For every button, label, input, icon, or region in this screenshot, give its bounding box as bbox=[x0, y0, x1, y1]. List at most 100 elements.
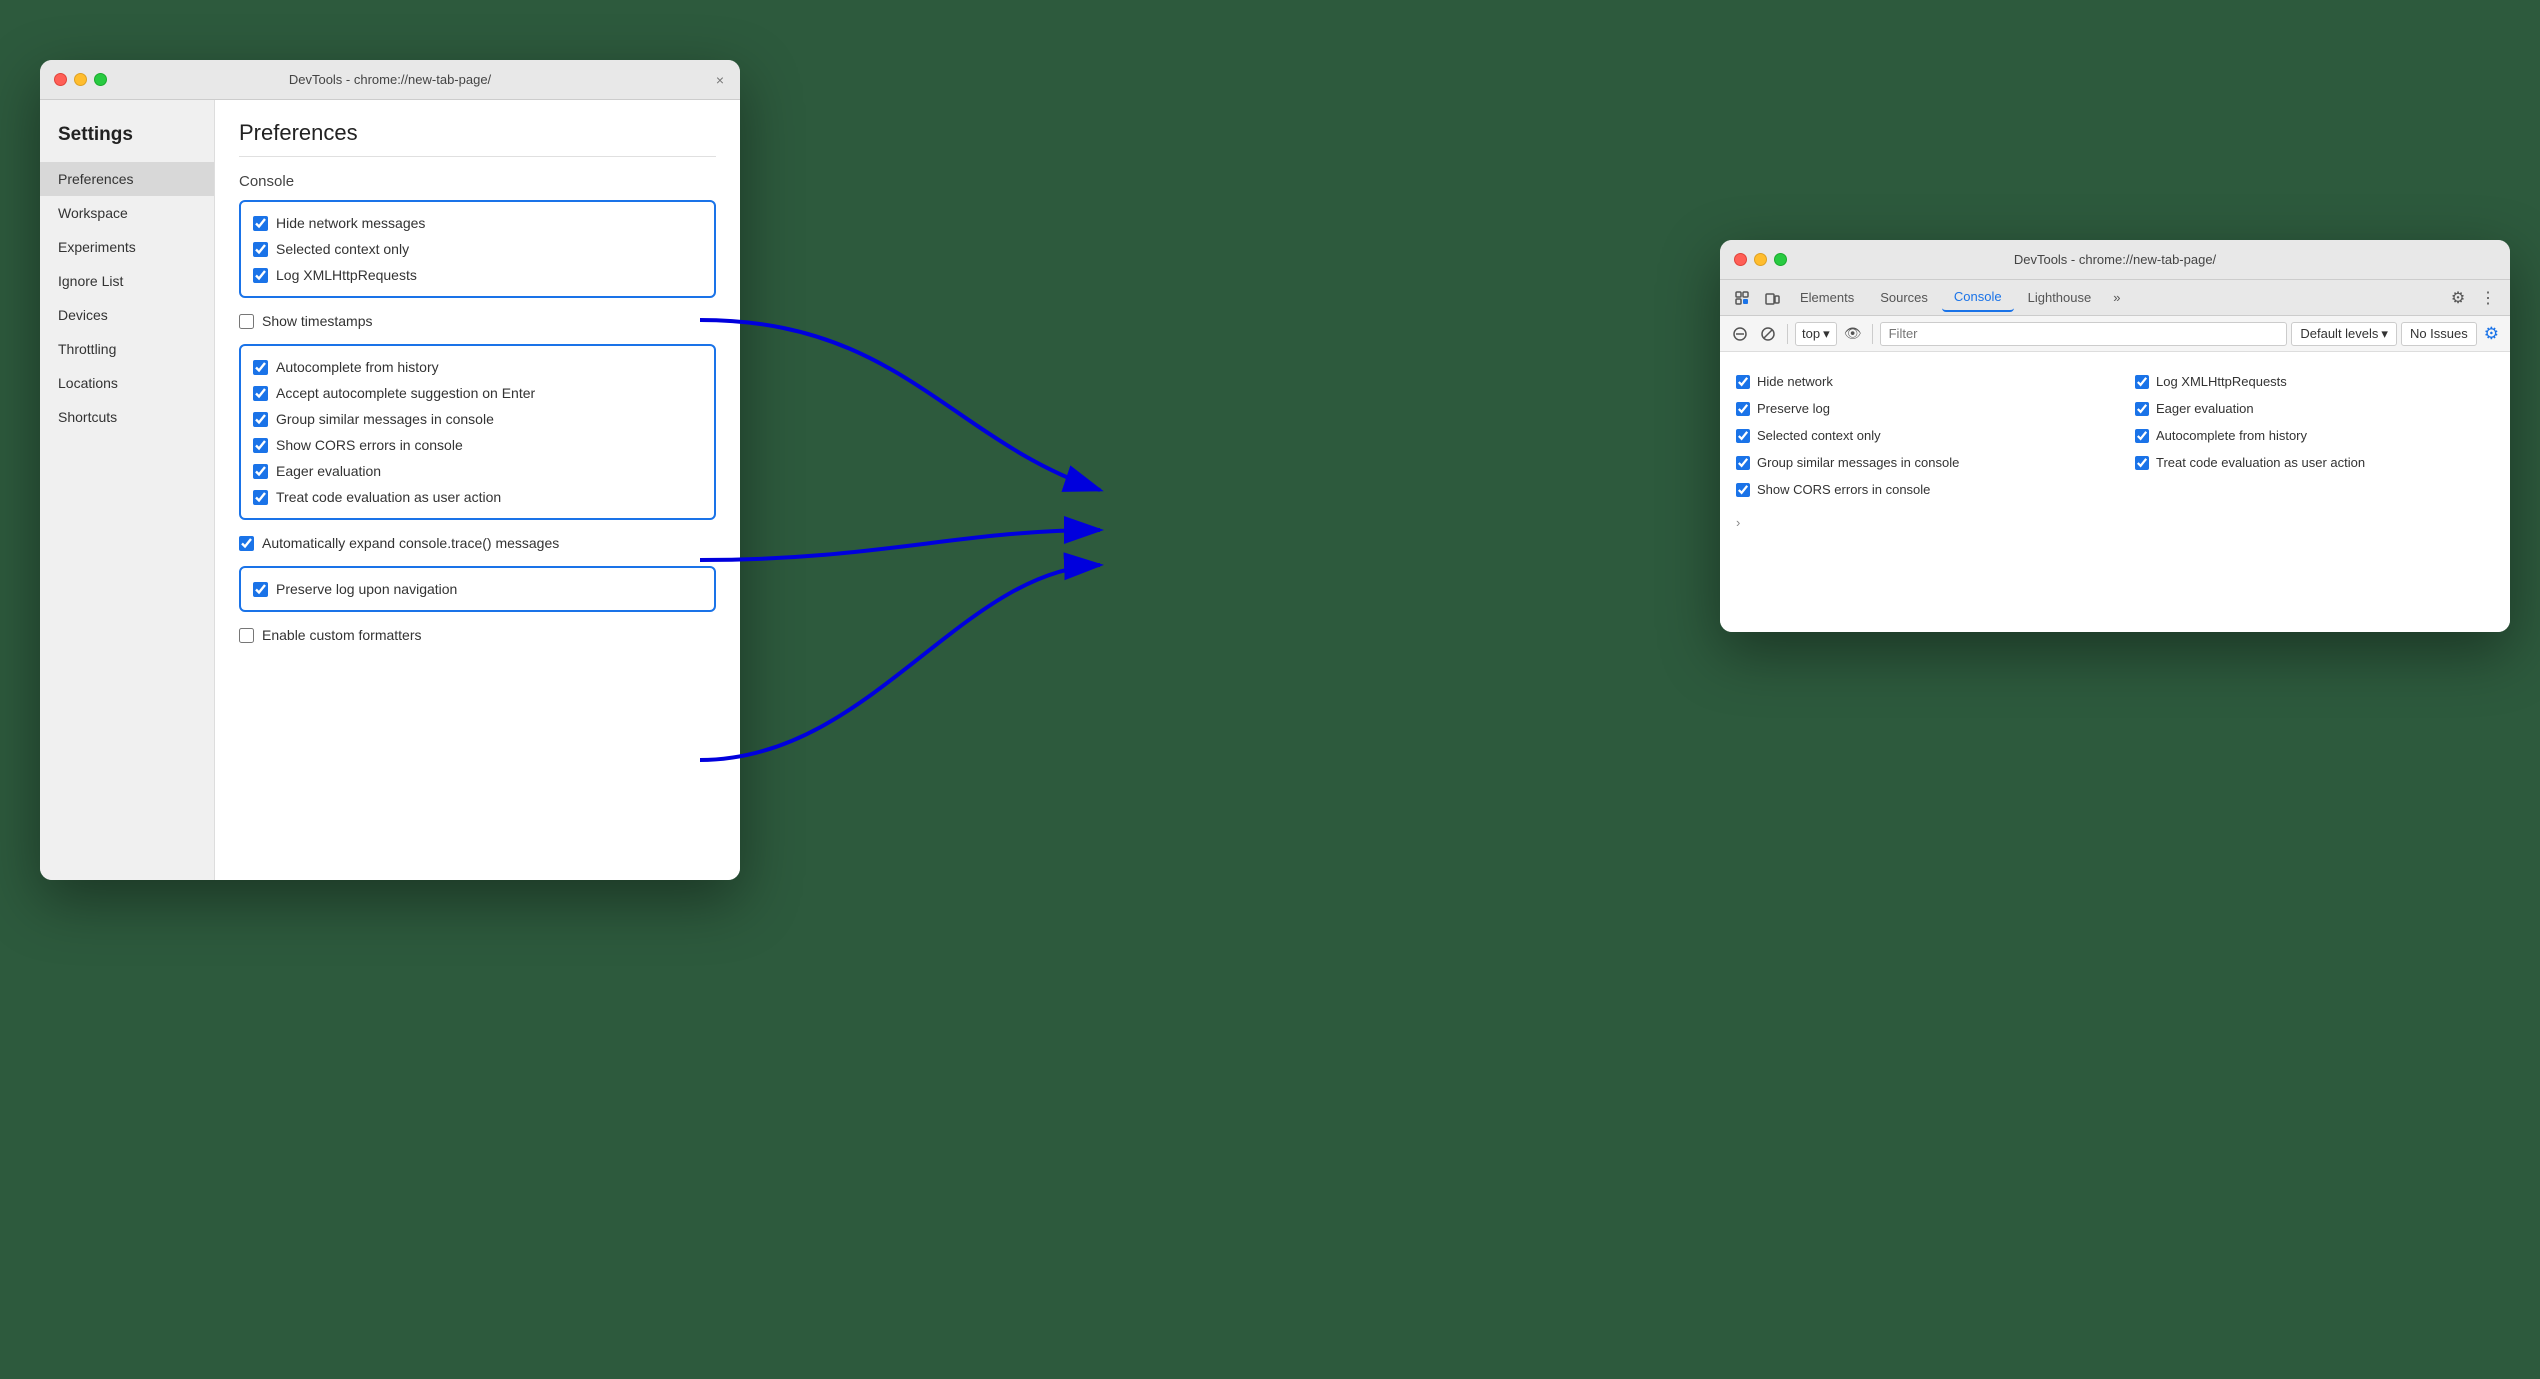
console-toolbar: top ▾ 👁 Default levels ▾ No Issues ⚙ bbox=[1720, 316, 2510, 352]
checkbox-expand-trace-input[interactable] bbox=[239, 536, 254, 551]
checkbox-group-similar-label: Group similar messages in console bbox=[276, 411, 494, 427]
minimize-button[interactable] bbox=[74, 73, 87, 86]
console-checkbox-log-xml[interactable]: Log XMLHttpRequests bbox=[2135, 370, 2494, 393]
console-checkbox-cors[interactable]: Show CORS errors in console bbox=[1736, 478, 2095, 501]
console-checkbox-log-xml-label: Log XMLHttpRequests bbox=[2156, 374, 2287, 389]
checkbox-cors-errors-input[interactable] bbox=[253, 438, 268, 453]
sidebar-item-workspace[interactable]: Workspace bbox=[40, 196, 214, 230]
checkbox-eager-eval[interactable]: Eager evaluation bbox=[253, 458, 702, 484]
close-button[interactable] bbox=[54, 73, 67, 86]
checkbox-accept-autocomplete[interactable]: Accept autocomplete suggestion on Enter bbox=[253, 380, 702, 406]
tab-lighthouse[interactable]: Lighthouse bbox=[2016, 284, 2104, 311]
filter-input[interactable] bbox=[1880, 322, 2288, 346]
top-dropdown[interactable]: top ▾ bbox=[1795, 322, 1837, 346]
checkbox-show-timestamps-label: Show timestamps bbox=[262, 313, 372, 329]
console-checkbox-hide-network[interactable]: Hide network bbox=[1736, 370, 2095, 393]
checkbox-log-xml[interactable]: Log XMLHttpRequests bbox=[253, 262, 702, 288]
eye-icon[interactable]: 👁 bbox=[1841, 322, 1865, 346]
checkbox-hide-network[interactable]: Hide network messages bbox=[253, 210, 702, 236]
sidebar-item-preferences[interactable]: Preferences bbox=[40, 162, 214, 196]
checkbox-custom-formatters-input[interactable] bbox=[239, 628, 254, 643]
console-checkbox-group-similar[interactable]: Group similar messages in console bbox=[1736, 451, 2095, 474]
console-group-3: Preserve log upon navigation bbox=[239, 566, 716, 612]
console-checkbox-preserve-log-input[interactable] bbox=[1736, 402, 1750, 416]
sidebar-item-ignore-list[interactable]: Ignore List bbox=[40, 264, 214, 298]
console-checkbox-group-similar-input[interactable] bbox=[1736, 456, 1750, 470]
checkbox-log-xml-input[interactable] bbox=[253, 268, 268, 283]
sidebar-item-throttling[interactable]: Throttling bbox=[40, 332, 214, 366]
checkbox-group-similar-input[interactable] bbox=[253, 412, 268, 427]
checkbox-expand-trace[interactable]: Automatically expand console.trace() mes… bbox=[239, 530, 716, 556]
checkbox-cors-errors-label: Show CORS errors in console bbox=[276, 437, 463, 453]
console-checkbox-preserve-log-label: Preserve log bbox=[1757, 401, 1830, 416]
console-window-title: DevTools - chrome://new-tab-page/ bbox=[2014, 252, 2216, 267]
console-window: DevTools - chrome://new-tab-page/ Elemen… bbox=[1720, 240, 2510, 632]
sidebar-item-shortcuts[interactable]: Shortcuts bbox=[40, 400, 214, 434]
no-issues-button[interactable]: No Issues bbox=[2401, 322, 2477, 346]
checkbox-treat-code-input[interactable] bbox=[253, 490, 268, 505]
console-checkbox-autocomplete[interactable]: Autocomplete from history bbox=[2135, 424, 2494, 447]
ban-icon[interactable] bbox=[1756, 322, 1780, 346]
console-minimize-button[interactable] bbox=[1754, 253, 1767, 266]
console-maximize-button[interactable] bbox=[1774, 253, 1787, 266]
checkbox-autocomplete-history-input[interactable] bbox=[253, 360, 268, 375]
console-checkbox-autocomplete-input[interactable] bbox=[2135, 429, 2149, 443]
console-checkbox-hide-network-input[interactable] bbox=[1736, 375, 1750, 389]
checkbox-hide-network-input[interactable] bbox=[253, 216, 268, 231]
settings-main: Preferences Console Hide network message… bbox=[215, 100, 740, 880]
console-checkbox-preserve-log[interactable]: Preserve log bbox=[1736, 397, 2095, 420]
checkbox-eager-eval-input[interactable] bbox=[253, 464, 268, 479]
console-checkbox-selected-context-input[interactable] bbox=[1736, 429, 1750, 443]
checkbox-selected-context-input[interactable] bbox=[253, 242, 268, 257]
console-checkbox-treat-code-input[interactable] bbox=[2135, 456, 2149, 470]
console-group-1: Hide network messages Selected context o… bbox=[239, 200, 716, 298]
sidebar-item-locations[interactable]: Locations bbox=[40, 366, 214, 400]
close-x-icon[interactable]: × bbox=[716, 72, 724, 88]
checkbox-group-similar[interactable]: Group similar messages in console bbox=[253, 406, 702, 432]
chevron-right-icon: › bbox=[1736, 515, 1740, 530]
console-checkbox-selected-context[interactable]: Selected context only bbox=[1736, 424, 2095, 447]
default-levels-button[interactable]: Default levels ▾ bbox=[2291, 322, 2397, 346]
default-levels-label: Default levels bbox=[2300, 326, 2378, 341]
settings-sidebar: Settings Preferences Workspace Experimen… bbox=[40, 100, 215, 880]
settings-titlebar: DevTools - chrome://new-tab-page/ × bbox=[40, 60, 740, 100]
settings-icon[interactable]: ⚙ bbox=[2444, 284, 2472, 312]
clear-console-icon[interactable] bbox=[1728, 322, 1752, 346]
checkbox-autocomplete-history[interactable]: Autocomplete from history bbox=[253, 354, 702, 380]
console-close-button[interactable] bbox=[1734, 253, 1747, 266]
checkbox-expand-trace-label: Automatically expand console.trace() mes… bbox=[262, 535, 559, 551]
checkbox-custom-formatters[interactable]: Enable custom formatters bbox=[239, 622, 716, 648]
checkbox-preserve-log[interactable]: Preserve log upon navigation bbox=[253, 576, 702, 602]
checkbox-treat-code-label: Treat code evaluation as user action bbox=[276, 489, 501, 505]
console-checkbox-eager-eval[interactable]: Eager evaluation bbox=[2135, 397, 2494, 420]
checkbox-preserve-log-input[interactable] bbox=[253, 582, 268, 597]
checkbox-show-timestamps-input[interactable] bbox=[239, 314, 254, 329]
tab-console[interactable]: Console bbox=[1942, 283, 2014, 312]
elements-inspect-icon[interactable] bbox=[1728, 284, 1756, 312]
device-mode-icon[interactable] bbox=[1758, 284, 1786, 312]
console-settings-icon[interactable]: ⚙ bbox=[2481, 321, 2502, 347]
more-tabs-button[interactable]: » bbox=[2105, 286, 2128, 309]
tab-sources[interactable]: Sources bbox=[1868, 284, 1940, 311]
checkbox-selected-context-label: Selected context only bbox=[276, 241, 409, 257]
checkbox-treat-code[interactable]: Treat code evaluation as user action bbox=[253, 484, 702, 510]
checkbox-show-timestamps[interactable]: Show timestamps bbox=[239, 308, 716, 334]
checkbox-accept-autocomplete-input[interactable] bbox=[253, 386, 268, 401]
tab-elements[interactable]: Elements bbox=[1788, 284, 1866, 311]
checkbox-selected-context[interactable]: Selected context only bbox=[253, 236, 702, 262]
section-console-title: Console bbox=[239, 173, 716, 190]
checkbox-custom-formatters-label: Enable custom formatters bbox=[262, 627, 422, 643]
console-checkbox-log-xml-input[interactable] bbox=[2135, 375, 2149, 389]
maximize-button[interactable] bbox=[94, 73, 107, 86]
console-checkbox-treat-code[interactable]: Treat code evaluation as user action bbox=[2135, 451, 2494, 474]
settings-body: Settings Preferences Workspace Experimen… bbox=[40, 100, 740, 880]
more-options-icon[interactable]: ⋮ bbox=[2474, 284, 2502, 312]
console-checkbox-eager-eval-input[interactable] bbox=[2135, 402, 2149, 416]
checkbox-cors-errors[interactable]: Show CORS errors in console bbox=[253, 432, 702, 458]
separator-2 bbox=[1872, 324, 1873, 344]
console-checkbox-cors-input[interactable] bbox=[1736, 483, 1750, 497]
sidebar-item-experiments[interactable]: Experiments bbox=[40, 230, 214, 264]
settings-window: DevTools - chrome://new-tab-page/ × Sett… bbox=[40, 60, 740, 880]
console-checkbox-hide-network-label: Hide network bbox=[1757, 374, 1833, 389]
sidebar-item-devices[interactable]: Devices bbox=[40, 298, 214, 332]
